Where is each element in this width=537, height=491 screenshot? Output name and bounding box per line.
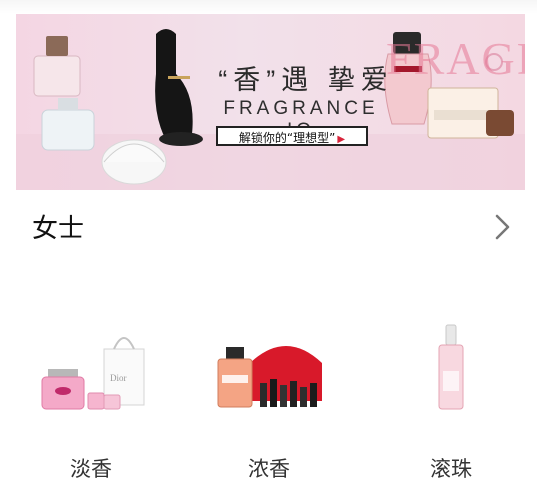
banner-decorative-text: FRAGR	[386, 33, 525, 84]
category-item[interactable]: 浓香	[194, 315, 344, 485]
category-label: 滚珠	[430, 458, 472, 481]
product-thumbnail: Dior	[41, 337, 145, 410]
banner-title: “香”遇 挚爱	[218, 65, 394, 95]
banner-cta-label: 解锁你的“理想型”	[238, 131, 336, 145]
chevron-right-icon[interactable]	[490, 212, 514, 242]
svg-text:Dior: Dior	[110, 373, 127, 383]
banner-cta-button[interactable]: 解锁你的“理想型” ▶	[216, 126, 368, 146]
play-arrow-icon: ▶	[337, 134, 346, 145]
product-thumbnail	[438, 324, 464, 410]
promo-banner[interactable]: FRAGR “香”遇 挚爱 FRAGRANCE IQ 解锁你的“理想型”▶	[16, 14, 525, 190]
product-thumbnail	[217, 346, 322, 408]
category-label: 淡香	[70, 458, 112, 481]
top-strip	[0, 0, 537, 14]
category-label: 浓香	[248, 458, 290, 481]
category-item[interactable]: Dior 淡香	[16, 315, 166, 485]
category-item[interactable]: 滚珠	[376, 315, 526, 485]
section-title: 女士	[32, 213, 85, 243]
